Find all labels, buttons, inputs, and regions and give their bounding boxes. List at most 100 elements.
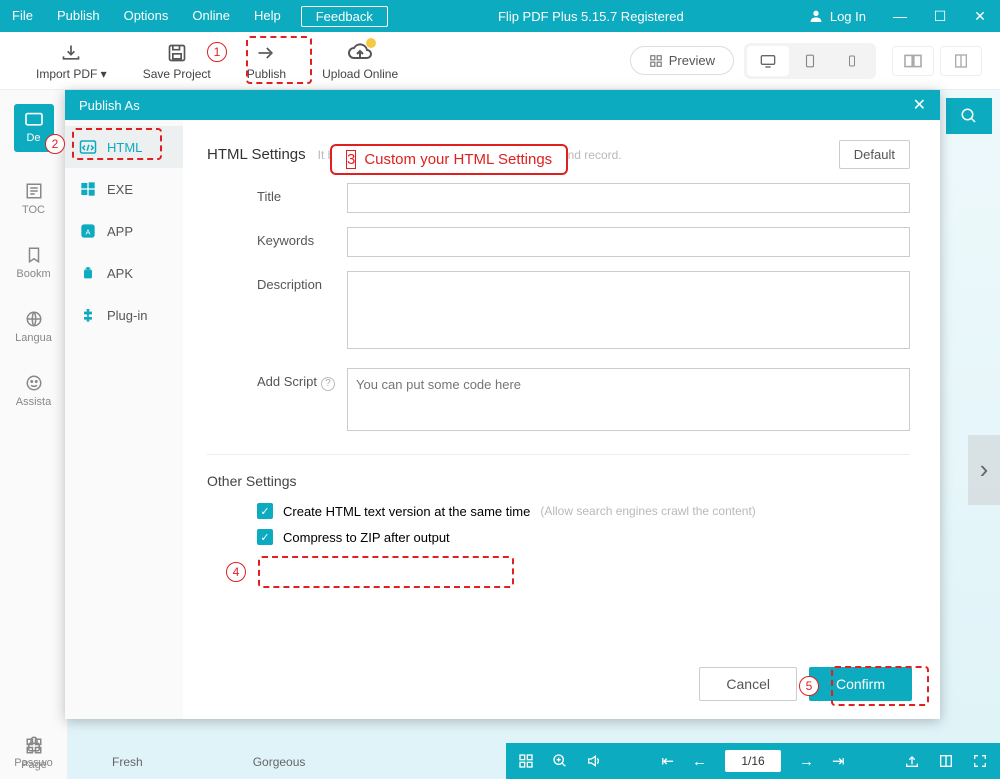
windows-icon bbox=[79, 180, 97, 198]
theme-thumbnails: Fresh Gorgeous bbox=[112, 755, 305, 769]
tab-app[interactable]: A APP bbox=[65, 210, 183, 252]
modal-sidebar: HTML EXE A APP APK Plug-in bbox=[65, 120, 183, 719]
theme-gorgeous[interactable]: Gorgeous bbox=[253, 755, 306, 769]
minimize-icon: — bbox=[893, 8, 907, 24]
sidebar-page[interactable]: Page bbox=[0, 737, 68, 771]
preview-button[interactable]: Preview bbox=[630, 46, 734, 75]
title-label: Title bbox=[207, 183, 347, 213]
tab-plugin[interactable]: Plug-in bbox=[65, 294, 183, 336]
upload-label: Upload Online bbox=[322, 67, 398, 81]
upload-icon bbox=[348, 41, 372, 65]
book-icon[interactable] bbox=[938, 753, 954, 769]
import-pdf-button[interactable]: Import PDF ▾ bbox=[18, 41, 125, 81]
close-button[interactable]: ✕ bbox=[960, 0, 1000, 32]
feedback-button[interactable]: Feedback bbox=[301, 6, 388, 27]
addscript-label: Add Script? bbox=[207, 368, 347, 436]
title-input[interactable] bbox=[347, 183, 910, 213]
menu-options[interactable]: Options bbox=[112, 0, 181, 32]
tab-exe[interactable]: EXE bbox=[65, 168, 183, 210]
addscript-input[interactable] bbox=[347, 368, 910, 431]
tab-apk-label: APK bbox=[107, 266, 133, 281]
publish-button[interactable]: Publish bbox=[229, 41, 304, 81]
checkbox-compress-zip[interactable]: ✓ Compress to ZIP after output bbox=[207, 529, 910, 545]
checkbox2-label: Compress to ZIP after output bbox=[283, 530, 450, 545]
checkbox-icon: ✓ bbox=[257, 503, 273, 519]
menu-help[interactable]: Help bbox=[242, 0, 293, 32]
svg-text:A: A bbox=[86, 227, 91, 236]
last-page-icon[interactable]: ⇥ bbox=[832, 752, 845, 770]
share-icon[interactable] bbox=[904, 753, 920, 769]
tab-apk[interactable]: APK bbox=[65, 252, 183, 294]
zoom-icon[interactable] bbox=[552, 753, 568, 769]
phone-device-button[interactable] bbox=[831, 46, 873, 76]
app-icon: A bbox=[79, 222, 97, 240]
default-button[interactable]: Default bbox=[839, 140, 910, 169]
menu-online[interactable]: Online bbox=[180, 0, 242, 32]
publish-icon bbox=[255, 41, 277, 65]
save-icon bbox=[167, 41, 187, 65]
description-input[interactable] bbox=[347, 271, 910, 349]
tab-html[interactable]: HTML bbox=[65, 126, 183, 168]
modal-content: HTML Settings It benefits the serach eng… bbox=[183, 120, 940, 719]
page-indicator[interactable]: 1/16 bbox=[725, 750, 781, 772]
checkbox1-label: Create HTML text version at the same tim… bbox=[283, 504, 530, 519]
html-settings-title: HTML Settings bbox=[207, 146, 306, 163]
sidebar-bookmark-label: Bookm bbox=[16, 268, 50, 280]
sound-icon[interactable] bbox=[586, 753, 602, 769]
tablet-device-button[interactable] bbox=[789, 46, 831, 76]
view-toggle bbox=[892, 46, 982, 76]
plugin-icon bbox=[79, 306, 97, 324]
upload-online-button[interactable]: Upload Online bbox=[304, 41, 416, 81]
login-label: Log In bbox=[830, 9, 866, 24]
keywords-input[interactable] bbox=[347, 227, 910, 257]
minimize-button[interactable]: — bbox=[880, 0, 920, 32]
app-title: Flip PDF Plus 5.15.7 Registered bbox=[388, 9, 794, 24]
keywords-label: Keywords bbox=[207, 227, 347, 257]
device-toggle bbox=[744, 43, 876, 79]
confirm-button[interactable]: Confirm bbox=[809, 667, 912, 701]
sidebar-language[interactable]: Langua bbox=[15, 310, 52, 344]
view-single-button[interactable] bbox=[940, 46, 982, 76]
tab-exe-label: EXE bbox=[107, 182, 133, 197]
next-page-arrow[interactable]: › bbox=[968, 435, 1000, 505]
help-icon[interactable]: ? bbox=[321, 377, 335, 391]
viewer-toolbar: ⇤ ← 1/16 → ⇥ bbox=[506, 743, 1000, 779]
search-button[interactable] bbox=[946, 98, 992, 134]
import-icon bbox=[60, 41, 82, 65]
sidebar-toc[interactable]: TOC bbox=[22, 182, 45, 216]
checkbox1-hint: (Allow search engines crawl the content) bbox=[540, 504, 755, 518]
next-page-icon[interactable]: → bbox=[799, 753, 814, 770]
preview-label: Preview bbox=[669, 53, 715, 68]
maximize-icon: ☐ bbox=[934, 8, 947, 25]
sidebar-page-label: Page bbox=[21, 759, 47, 771]
first-page-icon[interactable]: ⇤ bbox=[661, 752, 674, 770]
sidebar-design[interactable]: De bbox=[14, 104, 54, 152]
checkbox-html-text-version[interactable]: ✓ Create HTML text version at the same t… bbox=[207, 503, 910, 519]
desktop-device-button[interactable] bbox=[747, 46, 789, 76]
modal-close-button[interactable]: ✕ bbox=[913, 95, 926, 115]
left-sidebar: De TOC Bookm Langua Assista Passwo bbox=[0, 90, 68, 779]
sidebar-language-label: Langua bbox=[15, 332, 52, 344]
fullscreen-icon[interactable] bbox=[972, 753, 988, 769]
sidebar-assistant[interactable]: Assista bbox=[16, 374, 51, 408]
view-spread-button[interactable] bbox=[892, 46, 934, 76]
main-toolbar: Import PDF ▾ Save Project Publish Upload… bbox=[0, 32, 1000, 90]
save-label: Save Project bbox=[143, 67, 211, 81]
thumbnails-icon[interactable] bbox=[518, 753, 534, 769]
tab-app-label: APP bbox=[107, 224, 133, 239]
other-settings-title: Other Settings bbox=[207, 473, 910, 489]
save-project-button[interactable]: Save Project bbox=[125, 41, 229, 81]
divider bbox=[207, 454, 910, 455]
html-settings-hint: It benefits the serach engine to identif… bbox=[318, 148, 622, 162]
tab-html-label: HTML bbox=[107, 140, 142, 155]
menu-file[interactable]: File bbox=[0, 0, 45, 32]
maximize-button[interactable]: ☐ bbox=[920, 0, 960, 32]
cancel-button[interactable]: Cancel bbox=[699, 667, 797, 701]
sidebar-bookmark[interactable]: Bookm bbox=[16, 246, 50, 280]
preview-grid-icon bbox=[649, 54, 663, 68]
login-button[interactable]: Log In bbox=[794, 8, 880, 24]
prev-page-icon[interactable]: ← bbox=[692, 753, 707, 770]
menu-publish[interactable]: Publish bbox=[45, 0, 112, 32]
theme-fresh[interactable]: Fresh bbox=[112, 755, 143, 769]
sidebar-assistant-label: Assista bbox=[16, 396, 51, 408]
